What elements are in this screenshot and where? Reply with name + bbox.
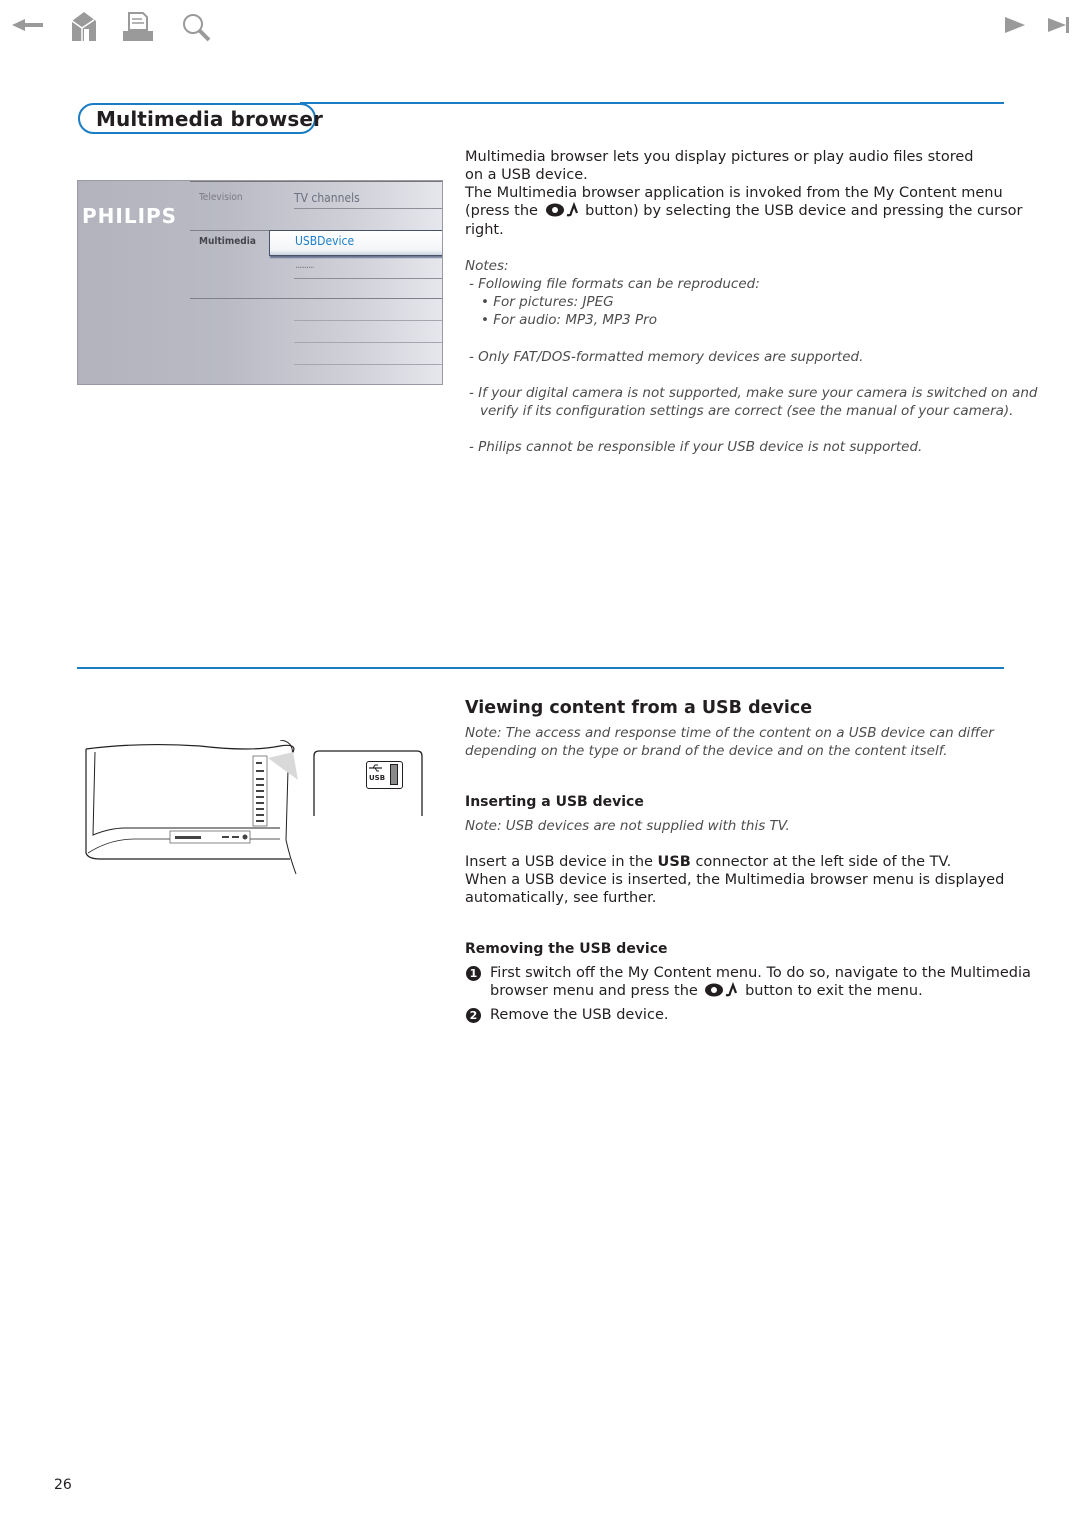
- intro-paragraph-1: Multimedia browser lets you display pict…: [465, 149, 974, 184]
- usb-label: USB: [369, 774, 386, 782]
- note-camera: - If your digital camera is not supporte…: [469, 385, 1038, 401]
- intro-paragraph-2-end: right.: [465, 222, 504, 238]
- search-button[interactable]: [181, 12, 213, 44]
- inserting-title: Inserting a USB device: [465, 794, 644, 810]
- tv-menu-screenshot: PHILIPS Television TV channels Multimedi…: [77, 180, 443, 385]
- menu-item-multimedia: Multimedia: [199, 236, 256, 247]
- intro-paragraph-2: The Multimedia browser application is in…: [465, 185, 1003, 201]
- note-audio: • For audio: MP3, MP3 Pro: [481, 312, 657, 328]
- home-icon: [71, 12, 96, 41]
- inserting-note: Note: USB devices are not supplied with …: [465, 818, 790, 834]
- print-button[interactable]: [123, 12, 155, 42]
- note-pictures: • For pictures: JPEG: [481, 294, 614, 310]
- menu-item-placeholder: ..........: [295, 260, 315, 271]
- menu-rule: [294, 208, 442, 209]
- section-title: Multimedia browser: [96, 107, 323, 131]
- section2-note: Note: The access and response time of th…: [465, 725, 994, 741]
- step-1-line-2: browser menu and press the button to exi…: [490, 982, 923, 1000]
- menu-rule: [190, 298, 442, 299]
- last-page-button[interactable]: [1048, 17, 1072, 33]
- step-1-badge: 1: [466, 966, 481, 981]
- note-fat: - Only FAT/DOS-formatted memory devices …: [469, 349, 864, 365]
- menu-item-usbdevice: USBDevice: [295, 234, 355, 248]
- menu-rule: [190, 181, 442, 182]
- step-1-line-1: First switch off the My Content menu. To…: [490, 965, 1031, 981]
- note-formats: - Following file formats can be reproduc…: [469, 276, 760, 292]
- section-divider: [300, 102, 1004, 104]
- usb-connector-closeup: USB: [313, 750, 423, 816]
- philips-logo: PHILIPS: [82, 204, 178, 228]
- section2-note-cont: depending on the type or brand of the de…: [465, 743, 948, 759]
- printer-icon: [123, 12, 153, 41]
- inserting-text: Insert a USB device in the: [465, 854, 653, 870]
- removing-title: Removing the USB device: [465, 941, 668, 957]
- usb-symbol-icon: [369, 764, 382, 772]
- usb-bold-label: USB: [657, 854, 691, 870]
- play-next-icon: [1005, 17, 1025, 33]
- inserting-line-3: automatically, see further.: [465, 890, 657, 906]
- intro-paragraph-2-cont: (press the button) by selecting the USB …: [465, 202, 1023, 220]
- intro-text: (press the: [465, 203, 538, 219]
- note-camera-cont: verify if its configuration settings are…: [480, 403, 1014, 419]
- notes-title: Notes:: [465, 258, 509, 274]
- note-philips: - Philips cannot be responsible if your …: [469, 439, 923, 455]
- next-page-button[interactable]: [1005, 17, 1027, 33]
- menu-rule: [294, 278, 442, 279]
- usb-port: USB: [366, 761, 403, 789]
- step-text: browser menu and press the: [490, 983, 698, 999]
- step-text: button to exit the menu.: [745, 983, 923, 999]
- my-content-button-icon: [705, 982, 738, 997]
- usb-slot: [390, 764, 398, 785]
- home-button[interactable]: [70, 11, 98, 43]
- arrow-left-icon: [12, 19, 43, 31]
- intro-text: button) by selecting the USB device and …: [585, 203, 1023, 219]
- inserting-line-2: When a USB device is inserted, the Multi…: [465, 872, 1005, 888]
- back-button[interactable]: [12, 17, 44, 33]
- step-2-badge: 2: [466, 1008, 481, 1023]
- step-2-line-1: Remove the USB device.: [490, 1007, 669, 1023]
- magnifier-icon: [183, 14, 211, 42]
- menu-rule: [294, 342, 442, 343]
- inserting-text: connector at the left side of the TV.: [695, 854, 952, 870]
- menu-rule: [294, 320, 442, 321]
- inserting-line-1: Insert a USB device in the USB connector…: [465, 853, 951, 871]
- section-title-pill: Multimedia browser: [78, 103, 323, 134]
- menu-item-television: Television: [199, 192, 243, 203]
- menu-item-tv-channels: TV channels: [294, 191, 360, 205]
- page-number: 26: [54, 1477, 72, 1493]
- menu-rule: [294, 364, 442, 365]
- section2-title: Viewing content from a USB device: [465, 698, 813, 718]
- section-divider: [77, 667, 1004, 669]
- my-content-button-icon: [545, 202, 578, 217]
- skip-end-icon: [1048, 17, 1069, 33]
